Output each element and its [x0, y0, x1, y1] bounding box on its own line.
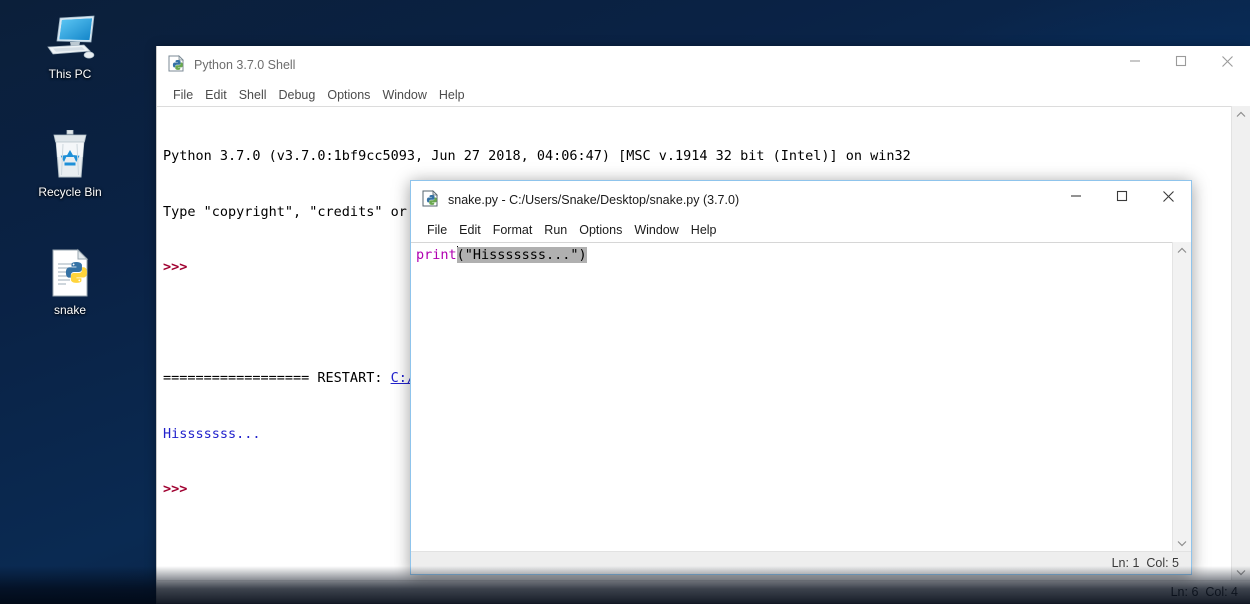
shell-menu-window[interactable]: Window	[376, 87, 432, 103]
editor-window-controls[interactable]	[1053, 181, 1191, 219]
chevron-down-icon[interactable]	[1232, 564, 1250, 581]
shell-close-button[interactable]	[1204, 46, 1250, 76]
editor-menu-window[interactable]: Window	[628, 222, 684, 238]
python-editor-window[interactable]: snake.py - C:/Users/Snake/Desktop/snake.…	[410, 180, 1192, 575]
editor-code-line: print("Hisssssss...")	[416, 246, 1171, 265]
shell-menu-debug[interactable]: Debug	[273, 87, 322, 103]
shell-line-1: Python 3.7.0 (v3.7.0:1bf9cc5093, Jun 27 …	[163, 148, 911, 164]
shell-output-line: Hisssssss...	[163, 425, 261, 442]
editor-cursor-position: Ln: 1 Col: 5	[1111, 556, 1179, 570]
editor-menu-format[interactable]: Format	[487, 222, 539, 238]
desktop-icon-this-pc[interactable]: This PC	[22, 10, 118, 82]
code-keyword-print: print	[416, 247, 457, 263]
shell-menubar[interactable]: File Edit Shell Debug Options Window Hel…	[157, 84, 1250, 106]
shell-scrollbar[interactable]	[1231, 106, 1250, 581]
shell-menu-file[interactable]: File	[167, 87, 199, 103]
chevron-up-icon[interactable]	[1173, 242, 1191, 259]
editor-menu-run[interactable]: Run	[538, 222, 573, 238]
recycle-bin-icon	[22, 128, 118, 180]
desktop[interactable]: This PC Recycle Bin snake Python 3.7.0 S…	[0, 0, 1250, 604]
shell-menu-help[interactable]: Help	[433, 87, 471, 103]
editor-minimize-button[interactable]	[1053, 181, 1099, 211]
shell-titlebar[interactable]: Python 3.7.0 Shell	[157, 46, 1250, 84]
shell-restart-prefix: ================== RESTART:	[163, 370, 391, 386]
desktop-icon-recycle-bin[interactable]: Recycle Bin	[22, 128, 118, 200]
chevron-up-icon[interactable]	[1232, 106, 1250, 123]
code-selected-text: ("Hisssssss...")	[456, 247, 587, 263]
python-idle-icon	[168, 55, 186, 73]
desktop-icon-label: This PC	[48, 67, 92, 81]
monitor-icon	[22, 10, 118, 62]
shell-menu-shell[interactable]: Shell	[233, 87, 273, 103]
shell-prompt-1: >>>	[163, 259, 188, 275]
editor-menu-help[interactable]: Help	[685, 222, 723, 238]
chevron-down-icon[interactable]	[1173, 535, 1191, 552]
editor-menubar[interactable]: File Edit Format Run Options Window Help	[411, 219, 1191, 241]
shell-status-bar: Ln: 6 Col: 4	[157, 580, 1250, 603]
editor-code-area[interactable]: print("Hisssssss...")	[411, 242, 1191, 552]
shell-title: Python 3.7.0 Shell	[194, 58, 296, 72]
desktop-icon-label: snake	[53, 303, 87, 317]
python-idle-icon	[422, 190, 440, 208]
shell-prompt-2: >>>	[163, 481, 188, 497]
editor-maximize-button[interactable]	[1099, 181, 1145, 211]
shell-cursor-position: Ln: 6 Col: 4	[1170, 585, 1238, 599]
editor-menu-options[interactable]: Options	[573, 222, 628, 238]
editor-scrollbar[interactable]	[1172, 242, 1191, 552]
editor-menu-file[interactable]: File	[421, 222, 453, 238]
shell-menu-options[interactable]: Options	[321, 87, 376, 103]
shell-window-controls[interactable]	[1112, 46, 1250, 84]
editor-titlebar[interactable]: snake.py - C:/Users/Snake/Desktop/snake.…	[411, 181, 1191, 219]
editor-close-button[interactable]	[1145, 181, 1191, 211]
editor-status-bar: Ln: 1 Col: 5	[411, 551, 1191, 574]
desktop-icon-snake[interactable]: snake	[22, 246, 118, 318]
shell-minimize-button[interactable]	[1112, 46, 1158, 76]
python-file-icon	[22, 246, 118, 298]
shell-maximize-button[interactable]	[1158, 46, 1204, 76]
editor-title: snake.py - C:/Users/Snake/Desktop/snake.…	[448, 193, 740, 207]
shell-menu-edit[interactable]: Edit	[199, 87, 233, 103]
editor-menu-edit[interactable]: Edit	[453, 222, 487, 238]
desktop-icon-label: Recycle Bin	[38, 185, 102, 199]
